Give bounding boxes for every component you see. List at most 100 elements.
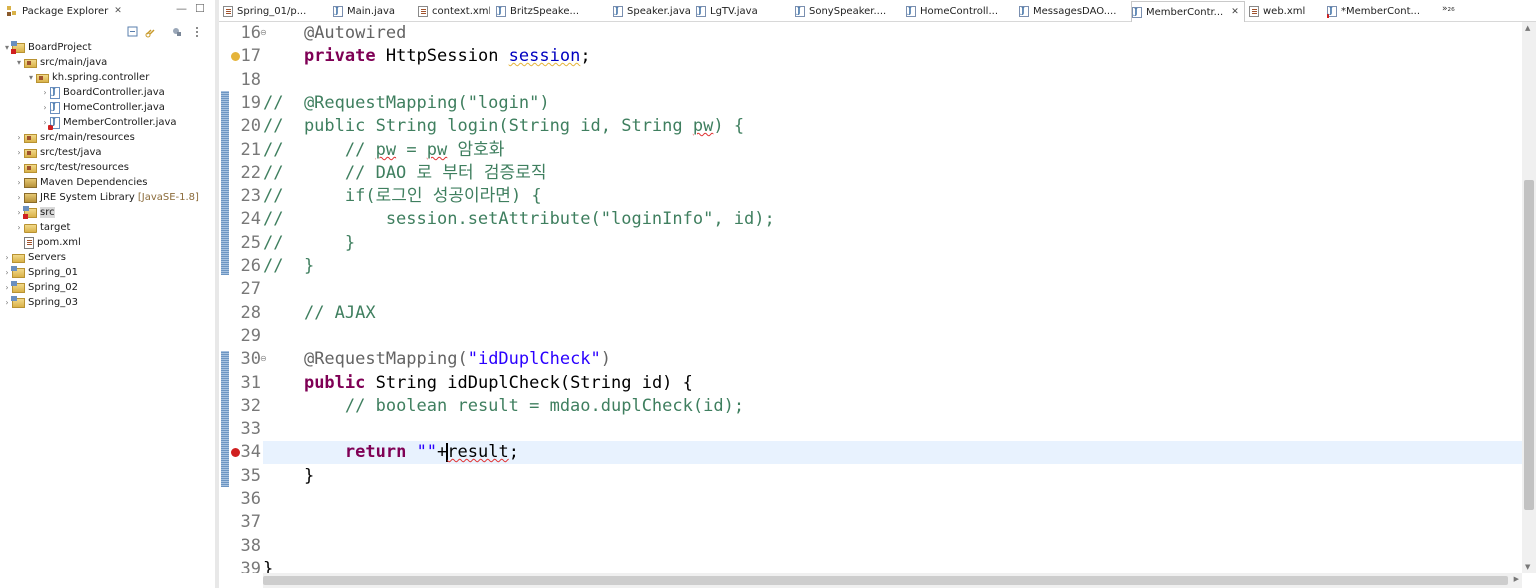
- code-line[interactable]: [263, 488, 1522, 511]
- editor-tab[interactable]: Spring_01/p...: [223, 2, 323, 20]
- code-line[interactable]: [263, 325, 1522, 348]
- collapsed-arrow-icon[interactable]: ›: [14, 148, 24, 157]
- tree-item[interactable]: › src/test/resources: [0, 160, 215, 175]
- code-line[interactable]: // session.setAttribute("loginInfo", id)…: [263, 208, 1522, 231]
- tree-item[interactable]: pom.xml: [0, 235, 215, 250]
- code-token: // boolean result = mdao.duplCheck(id);: [344, 396, 745, 416]
- code-line[interactable]: [263, 418, 1522, 441]
- tree-item-label: MemberController.java: [63, 117, 177, 128]
- tree-item[interactable]: › src/main/resources: [0, 130, 215, 145]
- code-line[interactable]: private HttpSession session;: [263, 45, 1522, 68]
- focus-icon[interactable]: [170, 24, 184, 38]
- code-line[interactable]: // @RequestMapping("login"): [263, 92, 1522, 115]
- code-line[interactable]: // // pw = pw 암호화: [263, 139, 1522, 162]
- code-line[interactable]: // AJAX: [263, 302, 1522, 325]
- horizontal-scrollbar[interactable]: ▶: [263, 573, 1522, 588]
- warning-marker-icon[interactable]: [231, 52, 240, 61]
- editor-tab[interactable]: Main.java: [333, 2, 413, 20]
- code-line[interactable]: }: [263, 558, 1522, 573]
- scroll-down-icon[interactable]: ▼: [1525, 563, 1530, 571]
- editor-tab[interactable]: BritzSpeake...: [496, 2, 608, 20]
- line-number: 33: [240, 419, 261, 439]
- code-line[interactable]: return ""+result;: [263, 441, 1522, 464]
- collapsed-arrow-icon[interactable]: ›: [14, 223, 24, 232]
- code-line[interactable]: // }: [263, 232, 1522, 255]
- tree-item[interactable]: ›MemberController.java: [0, 115, 215, 130]
- tree-item-label: kh.spring.controller: [52, 72, 150, 83]
- code-area[interactable]: @Autowired private HttpSession session; /…: [263, 22, 1522, 573]
- collapsed-arrow-icon[interactable]: ›: [40, 103, 50, 112]
- code-line[interactable]: [263, 278, 1522, 301]
- tree-item[interactable]: › Spring_02: [0, 280, 215, 295]
- collapsed-arrow-icon[interactable]: ›: [14, 178, 24, 187]
- maximize-icon[interactable]: ☐: [195, 2, 205, 15]
- code-token: pw: [692, 116, 714, 136]
- collapsed-arrow-icon[interactable]: ›: [14, 133, 24, 142]
- project-error-icon: [11, 40, 25, 54]
- tree-item[interactable]: ▾ src/main/java: [0, 55, 215, 70]
- code-line[interactable]: // if(로그인 성공이라면) {: [263, 185, 1522, 208]
- code-line[interactable]: @RequestMapping("idDuplCheck"): [263, 348, 1522, 371]
- package-explorer-tab[interactable]: Package Explorer ✕: [6, 2, 122, 20]
- editor-tab[interactable]: Speaker.java: [613, 2, 691, 20]
- vertical-scrollbar[interactable]: ▲ ▼: [1522, 22, 1536, 573]
- tree-item[interactable]: › JRE System Library [JavaSE-1.8]: [0, 190, 215, 205]
- tree-item[interactable]: › HomeController.java: [0, 100, 215, 115]
- tree-item[interactable]: › Servers: [0, 250, 215, 265]
- code-line[interactable]: // // DAO 로 부터 검증로직: [263, 162, 1522, 185]
- code-line[interactable]: // public String login(String id, String…: [263, 115, 1522, 138]
- editor-tab[interactable]: *MemberCont...: [1327, 2, 1427, 20]
- scroll-up-icon[interactable]: ▲: [1525, 24, 1530, 32]
- tree-item-label: src/test/java: [40, 147, 102, 158]
- tree-item[interactable]: › BoardController.java: [0, 85, 215, 100]
- tree-item[interactable]: › Spring_01: [0, 265, 215, 280]
- tree-item[interactable]: ▾ BoardProject: [0, 40, 215, 55]
- minimize-icon[interactable]: —: [176, 2, 187, 15]
- collapsed-arrow-icon[interactable]: ›: [2, 253, 12, 262]
- code-editor[interactable]: 16 ⊖ 17 18 19 20 21 22 23 24 25 26 27 28 29 30 ⊖ 31 32 33 34…: [219, 22, 1522, 573]
- collapsed-arrow-icon[interactable]: ›: [40, 88, 50, 97]
- tree-item[interactable]: ▾ kh.spring.controller: [0, 70, 215, 85]
- code-line[interactable]: [263, 535, 1522, 558]
- tree-item-label: JRE System Library: [40, 192, 135, 203]
- editor-tab[interactable]: HomeControll...: [906, 2, 1014, 20]
- editor-tab[interactable]: MessagesDAO....: [1019, 2, 1125, 20]
- tree-item[interactable]: › target: [0, 220, 215, 235]
- link-with-editor-icon[interactable]: [144, 24, 158, 38]
- code-line[interactable]: @Autowired: [263, 22, 1522, 45]
- tree-item[interactable]: › src/test/java: [0, 145, 215, 160]
- tab-overflow-indicator[interactable]: »₂₆: [1442, 4, 1455, 14]
- editor-tab[interactable]: MemberContr... ✕: [1131, 1, 1245, 22]
- collapsed-arrow-icon[interactable]: ›: [14, 163, 24, 172]
- code-line[interactable]: // }: [263, 255, 1522, 278]
- code-line[interactable]: [263, 511, 1522, 534]
- expanded-arrow-icon[interactable]: ▾: [26, 73, 36, 82]
- tree-item[interactable]: › Maven Dependencies: [0, 175, 215, 190]
- view-menu-icon[interactable]: [190, 24, 204, 38]
- code-token: ): [600, 349, 612, 369]
- collapse-all-icon[interactable]: [126, 24, 140, 38]
- editor-tab[interactable]: SonySpeaker....: [795, 2, 901, 20]
- code-line[interactable]: public String idDuplCheck(String id) {: [263, 372, 1522, 395]
- close-icon[interactable]: ✕: [1231, 7, 1239, 17]
- editor-tab[interactable]: web.xml: [1249, 2, 1321, 20]
- tree-item[interactable]: › Spring_03: [0, 295, 215, 310]
- collapsed-arrow-icon[interactable]: ›: [14, 193, 24, 202]
- library-icon: [24, 192, 37, 203]
- code-token: ;: [580, 46, 591, 66]
- close-icon[interactable]: ✕: [114, 6, 122, 16]
- code-line[interactable]: [263, 69, 1522, 92]
- editor-tab[interactable]: context.xml: [418, 2, 490, 20]
- editor-tab[interactable]: LgTV.java: [696, 2, 788, 20]
- vertical-scroll-thumb[interactable]: [1524, 180, 1534, 510]
- code-line[interactable]: // boolean result = mdao.duplCheck(id);: [263, 395, 1522, 418]
- code-token: // // DAO 로 부터 검증로직: [263, 163, 547, 183]
- scroll-right-icon[interactable]: ▶: [1514, 575, 1519, 583]
- expanded-arrow-icon[interactable]: ▾: [14, 58, 24, 67]
- line-number: 29: [240, 326, 261, 346]
- code-line[interactable]: }: [263, 465, 1522, 488]
- horizontal-scroll-thumb[interactable]: [263, 576, 1508, 585]
- error-marker-icon[interactable]: [231, 448, 240, 457]
- tree-item[interactable]: › src: [0, 205, 215, 220]
